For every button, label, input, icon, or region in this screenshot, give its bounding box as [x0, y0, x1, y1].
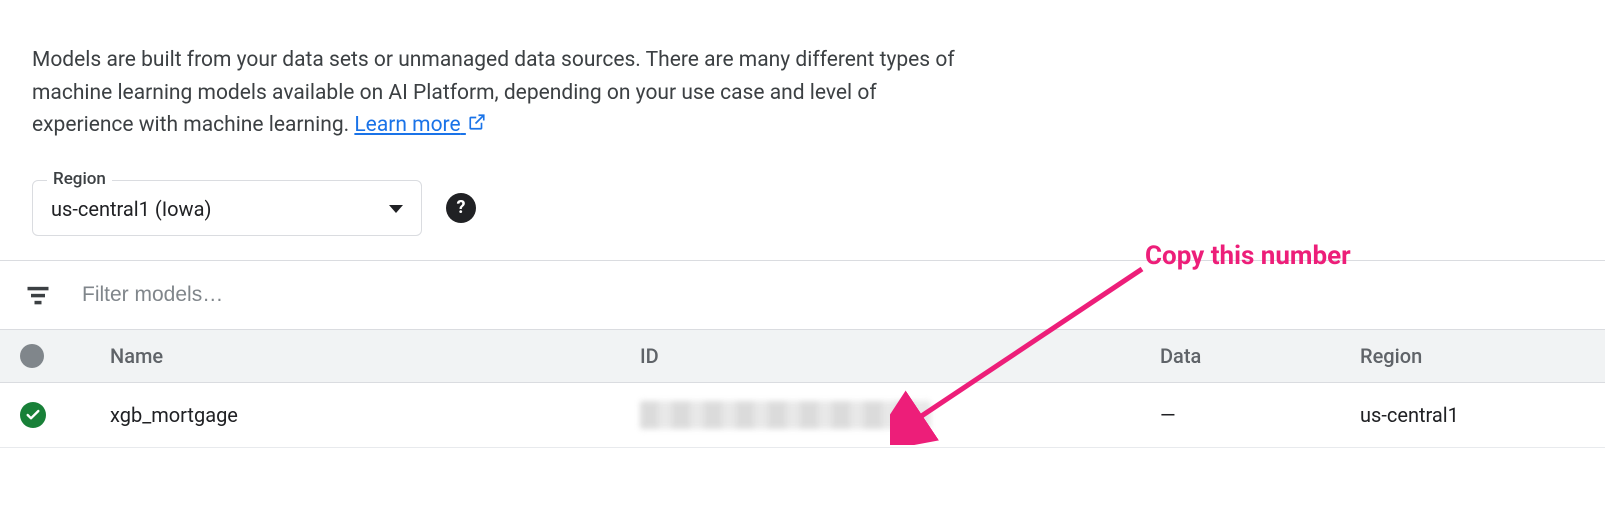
learn-more-link[interactable]: Learn more	[354, 113, 485, 137]
intro-text: Models are built from your data sets or …	[0, 0, 1000, 162]
cell-data: —	[1160, 403, 1360, 427]
chevron-down-icon	[389, 205, 403, 213]
help-icon[interactable]: ?	[446, 193, 476, 223]
models-table: Name ID Data Region xgb_mortgage — us-ce…	[0, 329, 1605, 448]
filter-icon[interactable]	[24, 281, 52, 309]
column-header-data[interactable]: Data	[1160, 344, 1360, 368]
cell-region: us-central1	[1360, 403, 1585, 427]
table-row[interactable]: xgb_mortgage — us-central1	[0, 383, 1605, 448]
column-header-id[interactable]: ID	[640, 344, 1160, 368]
table-header: Name ID Data Region	[0, 329, 1605, 383]
cell-name[interactable]: xgb_mortgage	[110, 403, 640, 427]
intro-text-body: Models are built from your data sets or …	[32, 48, 955, 137]
column-header-name[interactable]: Name	[110, 344, 640, 368]
column-header-region[interactable]: Region	[1360, 344, 1585, 368]
cell-id	[640, 401, 1160, 429]
region-select-label: Region	[47, 169, 112, 189]
external-link-icon	[468, 109, 486, 142]
region-select-value: us-central1 (Iowa)	[51, 197, 211, 221]
filter-input[interactable]	[82, 283, 1585, 307]
redacted-id	[640, 401, 930, 429]
select-all-checkbox[interactable]	[20, 344, 44, 368]
region-select[interactable]: Region us-central1 (Iowa)	[32, 180, 422, 236]
status-success-icon	[20, 402, 46, 428]
